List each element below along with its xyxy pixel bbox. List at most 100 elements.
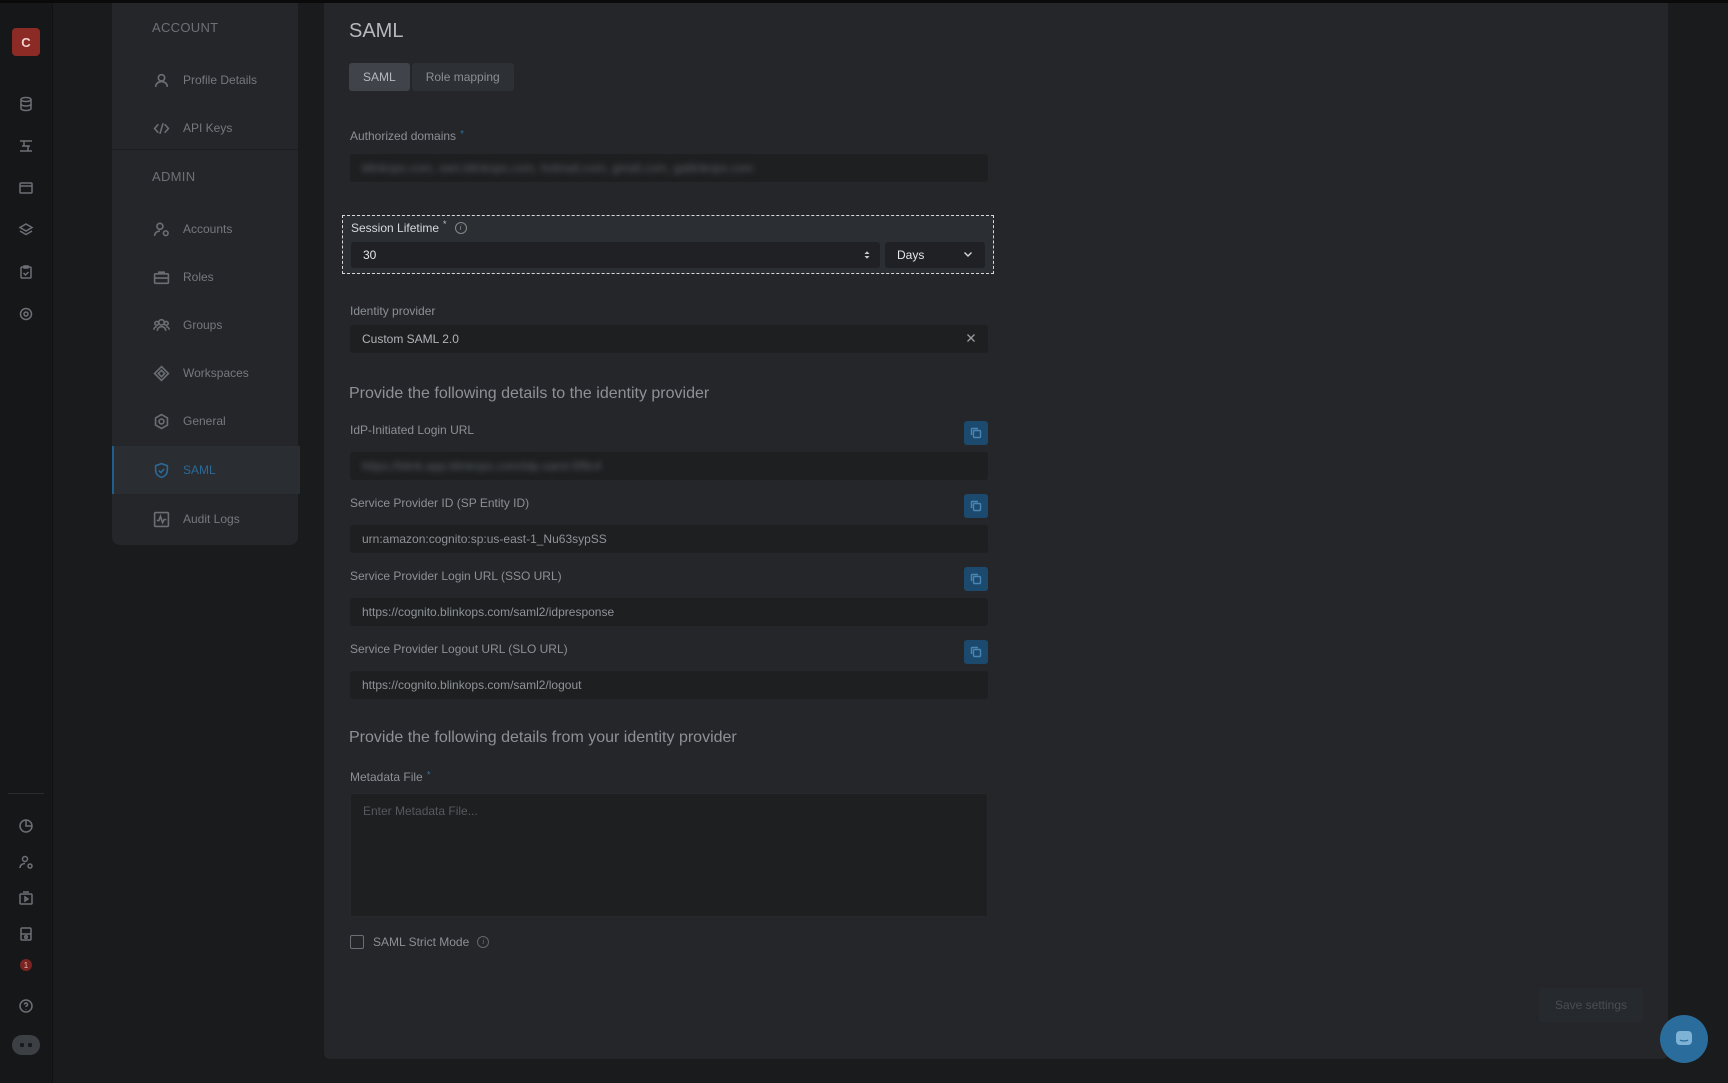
user-icon [151, 70, 171, 90]
app-rail: C 1 [0, 3, 53, 1083]
saml-strict-mode-checkbox[interactable] [350, 935, 364, 949]
nav-item-label: Profile Details [183, 73, 258, 87]
slo-url-value: https://cognito.blinkops.com/saml2/logou… [362, 678, 582, 692]
required-marker: * [460, 129, 464, 140]
nav-divider [112, 149, 298, 150]
nav-item-label: General [183, 414, 226, 428]
target-icon[interactable] [17, 305, 35, 323]
nav-item-groups[interactable]: Groups [112, 302, 298, 348]
nav-item-workspaces[interactable]: Workspaces [112, 350, 298, 396]
settings-nav: ACCOUNT Profile Details API Keys ADMIN A… [112, 3, 300, 545]
identity-provider-select[interactable]: Custom SAML 2.0 [350, 325, 988, 353]
notification-badge[interactable]: 1 [20, 959, 32, 971]
section-heading-from-idp: Provide the following details from your … [349, 729, 737, 746]
saml-strict-mode-row: SAML Strict Mode i [350, 935, 490, 949]
idp-login-url-value: https://blink.app.blinkops.com/idp-saml-… [362, 459, 602, 473]
nav-item-label: Groups [183, 318, 223, 332]
copy-icon [970, 500, 982, 512]
sso-url-value: https://cognito.blinkops.com/saml2/idpre… [362, 605, 615, 619]
saml-settings-panel: SAML SAML Role mapping Authorized domain… [324, 3, 1668, 1059]
users-icon [151, 315, 171, 335]
media-icon[interactable] [17, 889, 35, 907]
page-title: SAML [349, 20, 404, 42]
required-marker: * [426, 770, 431, 781]
clear-icon[interactable] [966, 333, 976, 343]
shield-check-icon [151, 460, 171, 480]
rail-divider [8, 793, 44, 794]
nav-heading-account: ACCOUNT [152, 20, 219, 35]
metadata-file-placeholder: Enter Metadata File... [363, 804, 478, 818]
slo-url-field[interactable]: https://cognito.blinkops.com/saml2/logou… [350, 671, 988, 699]
nav-item-label: API Keys [183, 121, 233, 135]
stepper-icon[interactable] [864, 250, 870, 260]
authorized-domains-input[interactable]: blinkops.com, own.blinkops.com, hotmail.… [350, 154, 988, 182]
browser-icon[interactable] [17, 179, 35, 197]
sso-url-label: Service Provider Login URL (SSO URL) [350, 569, 562, 583]
metadata-file-label: Metadata File * [350, 770, 431, 784]
info-icon[interactable]: i [477, 936, 490, 948]
nav-item-saml[interactable]: SAML [112, 446, 300, 494]
copy-sp-entity-id-button[interactable] [964, 494, 988, 518]
copy-icon [970, 573, 982, 585]
chat-icon [1676, 1031, 1692, 1045]
nav-item-label: Audit Logs [183, 512, 240, 526]
session-lifetime-value: 30 [363, 248, 377, 262]
user-gear-icon [151, 219, 171, 239]
session-lifetime-label: Session Lifetime * i [351, 219, 467, 235]
session-unit-select[interactable]: Days [885, 242, 985, 268]
nav-item-audit-logs[interactable]: Audit Logs [112, 496, 298, 542]
copy-icon [970, 646, 982, 658]
idp-login-url-label: IdP-Initiated Login URL [350, 423, 475, 437]
info-icon[interactable]: i [454, 222, 467, 234]
nav-item-accounts[interactable]: Accounts [112, 206, 298, 252]
tab-saml[interactable]: SAML [349, 63, 410, 91]
section-heading-to-idp: Provide the following details to the ide… [349, 385, 710, 402]
storage-icon[interactable] [17, 925, 35, 943]
code-icon [151, 118, 171, 138]
session-lifetime-group: Session Lifetime * i 30 Days [342, 215, 994, 274]
identity-provider-label: Identity provider [350, 304, 436, 318]
assistant-bot-icon[interactable] [12, 1035, 40, 1055]
chart-pie-icon[interactable] [17, 817, 35, 835]
sp-entity-id-value: urn:amazon:cognito:sp:us-east-1_Nu63sypS… [362, 532, 607, 546]
nav-item-label: SAML [183, 463, 216, 477]
layers-icon[interactable] [17, 221, 35, 239]
session-lifetime-input[interactable]: 30 [351, 242, 880, 268]
session-unit-value: Days [897, 248, 925, 262]
nav-item-label: Workspaces [183, 366, 249, 380]
gear-icon [151, 411, 171, 431]
authorized-domains-value: blinkops.com, own.blinkops.com, hotmail.… [362, 161, 754, 175]
nav-item-general[interactable]: General [112, 398, 298, 444]
briefcase-icon [151, 267, 171, 287]
help-icon[interactable] [17, 997, 35, 1015]
sso-url-field[interactable]: https://cognito.blinkops.com/saml2/idpre… [350, 598, 988, 626]
copy-icon [970, 427, 982, 439]
nav-heading-admin: ADMIN [152, 169, 196, 184]
idp-login-url-field[interactable]: https://blink.app.blinkops.com/idp-saml-… [350, 452, 988, 480]
nav-item-api-keys[interactable]: API Keys [112, 105, 298, 151]
slo-url-label: Service Provider Logout URL (SLO URL) [350, 642, 568, 656]
copy-idp-login-url-button[interactable] [964, 421, 988, 445]
copy-sso-url-button[interactable] [964, 567, 988, 591]
workflow-icon[interactable] [17, 137, 35, 155]
copy-slo-url-button[interactable] [964, 640, 988, 664]
nav-item-label: Roles [183, 270, 214, 284]
save-settings-button[interactable]: Save settings [1539, 988, 1643, 1022]
nav-item-profile-details[interactable]: Profile Details [112, 57, 298, 103]
workspace-avatar[interactable]: C [12, 28, 40, 56]
user-settings-icon[interactable] [17, 853, 35, 871]
nav-item-roles[interactable]: Roles [112, 254, 298, 300]
clipboard-icon[interactable] [17, 263, 35, 281]
sp-entity-id-label: Service Provider ID (SP Entity ID) [350, 496, 530, 510]
nav-item-label: Accounts [183, 222, 233, 236]
required-marker: * [443, 219, 447, 229]
tab-bar: SAML Role mapping [349, 63, 514, 91]
sp-entity-id-field[interactable]: urn:amazon:cognito:sp:us-east-1_Nu63sypS… [350, 525, 988, 553]
identity-provider-value: Custom SAML 2.0 [362, 332, 459, 346]
metadata-file-textarea[interactable]: Enter Metadata File... [350, 793, 988, 917]
chat-support-button[interactable] [1660, 1015, 1708, 1063]
diamond-icon [151, 363, 171, 383]
tab-role-mapping[interactable]: Role mapping [411, 63, 514, 91]
chevron-down-icon [964, 252, 972, 257]
database-icon[interactable] [17, 95, 35, 113]
